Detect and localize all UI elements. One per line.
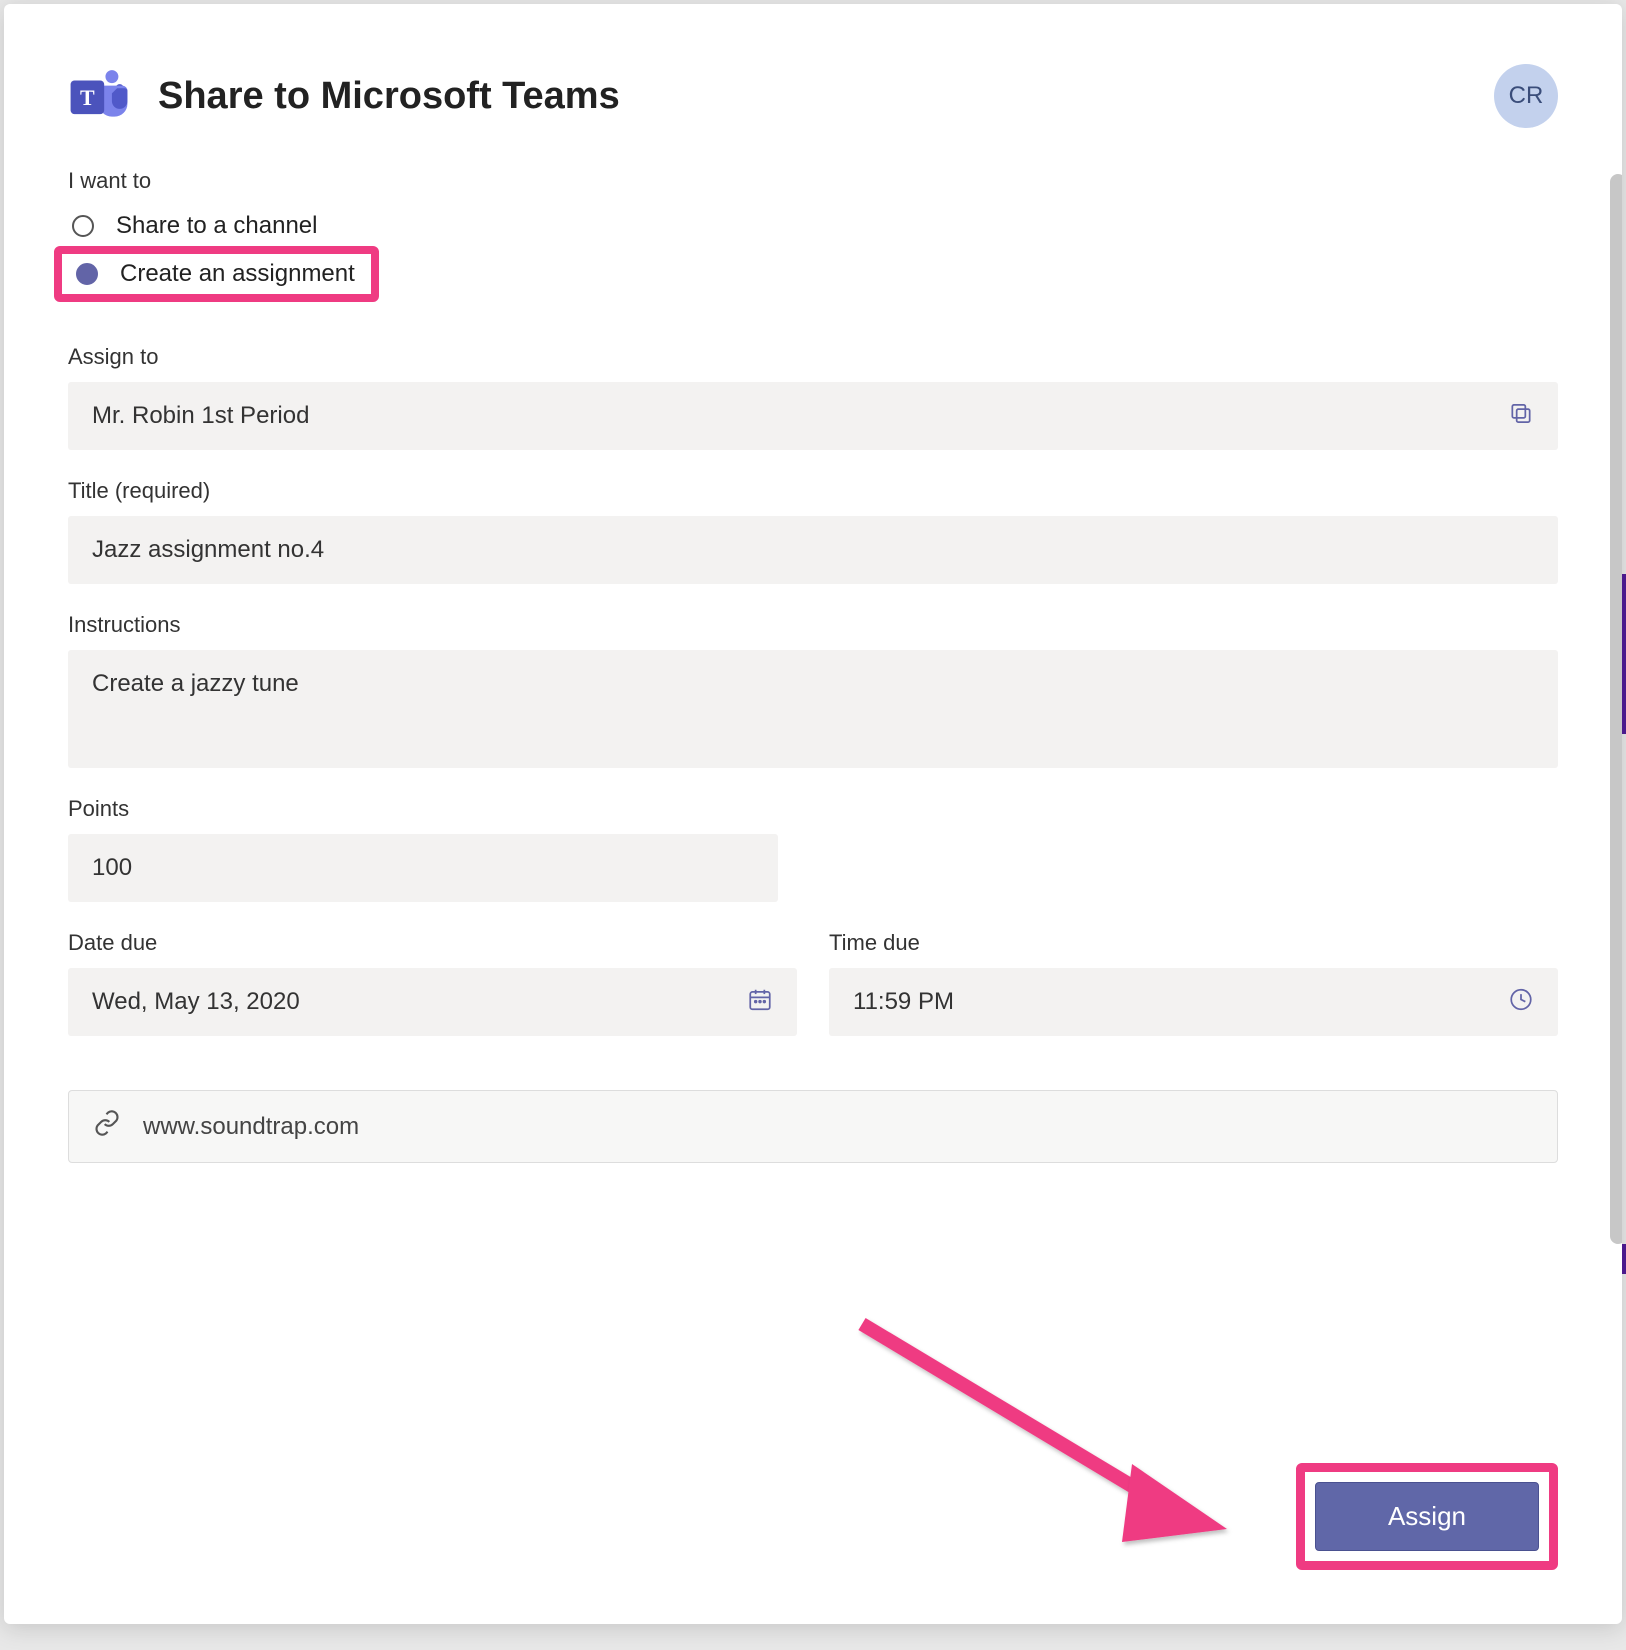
user-avatar[interactable]: CR [1494, 64, 1558, 128]
time-due-input[interactable] [829, 968, 1558, 1036]
teams-logo-icon: T [68, 65, 130, 127]
radio-create-assignment[interactable]: Create an assignment [72, 258, 355, 290]
background-strip [1622, 1244, 1626, 1274]
radio-share-channel-label: Share to a channel [116, 212, 317, 240]
assign-button[interactable]: Assign [1315, 1482, 1539, 1551]
link-icon [93, 1109, 121, 1144]
time-due-label: Time due [829, 930, 1558, 956]
annotation-highlight-create-assignment: Create an assignment [54, 246, 379, 302]
share-dialog: T Share to Microsoft Teams CR I want to … [4, 4, 1622, 1624]
clock-icon[interactable] [1508, 987, 1534, 1018]
calendar-icon[interactable] [747, 987, 773, 1018]
points-label: Points [68, 796, 1558, 822]
intent-label: I want to [68, 168, 1558, 194]
annotation-arrow-icon [832, 1304, 1252, 1564]
copy-icon[interactable] [1508, 401, 1534, 432]
radio-share-channel[interactable]: Share to a channel [68, 206, 1558, 246]
background-strip [1622, 574, 1626, 734]
scrollbar[interactable] [1610, 174, 1622, 1244]
assign-to-field-wrap [68, 382, 1558, 450]
dialog-header: T Share to Microsoft Teams CR [4, 4, 1622, 158]
dialog-title: Share to Microsoft Teams [158, 75, 1494, 118]
instructions-input[interactable] [68, 650, 1558, 768]
points-input[interactable] [68, 834, 778, 902]
annotation-highlight-assign: Assign [1296, 1463, 1558, 1570]
radio-unselected-icon [72, 215, 94, 237]
dialog-footer: Assign [1296, 1463, 1558, 1570]
radio-selected-icon [76, 263, 98, 285]
title-field-label: Title (required) [68, 478, 1558, 504]
date-due-label: Date due [68, 930, 797, 956]
title-input[interactable] [68, 516, 1558, 584]
attachment-link[interactable]: www.soundtrap.com [68, 1090, 1558, 1163]
instructions-label: Instructions [68, 612, 1558, 638]
svg-text:T: T [80, 85, 95, 110]
date-due-input[interactable] [68, 968, 797, 1036]
intent-radio-group: Share to a channel Create an assignment [68, 206, 1558, 302]
dialog-content: I want to Share to a channel Create an a… [4, 158, 1622, 1203]
attachment-url: www.soundtrap.com [143, 1113, 359, 1141]
radio-create-assignment-label: Create an assignment [120, 260, 355, 288]
assign-to-label: Assign to [68, 344, 1558, 370]
assign-to-input[interactable] [68, 382, 1558, 450]
